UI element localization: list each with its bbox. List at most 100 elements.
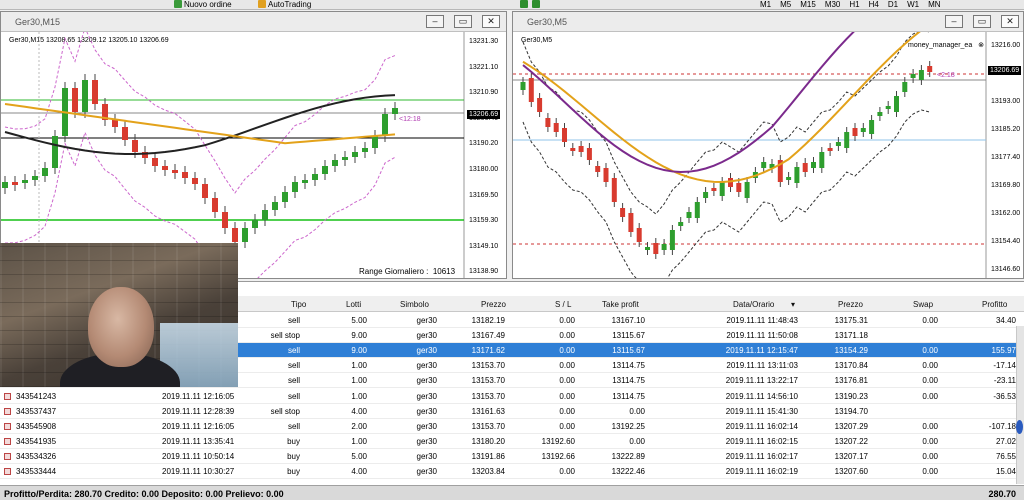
moving-average-purple bbox=[522, 32, 855, 173]
candle-body bbox=[786, 177, 792, 180]
chart-window-ger30-m15[interactable]: Ger30,M15 – ▭ ✕ Ger30,M15 13208.65 13209… bbox=[0, 11, 507, 279]
candle-body bbox=[603, 168, 609, 182]
candle-body bbox=[545, 118, 551, 127]
price-axis-label: 13190.20 bbox=[469, 140, 499, 148]
col-sl[interactable]: S / L bbox=[555, 300, 571, 309]
timeframe-m5[interactable]: M5 bbox=[780, 0, 791, 9]
table-row[interactable]: 343541243 2019.11.11 12:16:05 sell 1.00 ger3… bbox=[0, 389, 1024, 404]
price-axis-label: 13185.20 bbox=[991, 126, 1021, 133]
cell-cur: 13176.81 bbox=[834, 376, 868, 386]
cell-symbol: ger30 bbox=[416, 467, 437, 476]
price-axis-label: 13180.00 bbox=[469, 166, 499, 173]
envelope-lower bbox=[522, 109, 930, 278]
timeframe-m1[interactable]: M1 bbox=[760, 0, 771, 9]
col-symbol[interactable]: Simbolo bbox=[400, 300, 429, 309]
maximize-button[interactable]: ▭ bbox=[454, 15, 472, 28]
cell-swap: 0.00 bbox=[922, 421, 938, 431]
col-profit[interactable]: Profitto bbox=[982, 300, 1007, 309]
chart-window-ger30-m5[interactable]: Ger30,M5 – ▭ ✕ Ger30,M5 money_manager_ea… bbox=[512, 11, 1024, 279]
col-type[interactable]: Tipo bbox=[291, 300, 306, 309]
autotrading-icon bbox=[258, 0, 266, 8]
cell-profit: 15.04 bbox=[995, 467, 1016, 476]
cell-time: 2019.11.11 10:50:14 bbox=[162, 451, 235, 461]
timeframe-d1[interactable]: D1 bbox=[888, 0, 898, 9]
cell-date: 2019.11.11 13:11:03 bbox=[726, 361, 798, 371]
cell-type: sell bbox=[287, 361, 300, 371]
candle-body bbox=[202, 184, 208, 198]
order-icon bbox=[4, 422, 11, 430]
cell-ticket: 343541243 bbox=[16, 391, 57, 401]
left-chart-canvas[interactable] bbox=[1, 32, 507, 279]
zoom-in-icon[interactable] bbox=[520, 0, 528, 8]
price-axis-label: 13159.30 bbox=[469, 217, 499, 225]
right-chart-canvas[interactable] bbox=[513, 32, 1024, 279]
cell-price: 13203.84 bbox=[471, 467, 505, 476]
chart-titlebar: Ger30,M5 – ▭ ✕ bbox=[513, 12, 1023, 32]
col-swap[interactable]: Swap bbox=[913, 300, 933, 309]
timeframe-m30[interactable]: M30 bbox=[825, 0, 841, 9]
cell-ticket: 343541935 bbox=[16, 436, 57, 446]
cell-type: sell bbox=[287, 421, 300, 431]
timeframe-h1[interactable]: H1 bbox=[849, 0, 859, 9]
cell-ticket: 343537437 bbox=[16, 406, 57, 416]
cell-sl: 0.00 bbox=[559, 361, 575, 371]
timeframe-m15[interactable]: M15 bbox=[800, 0, 816, 9]
cell-sl: 0.00 bbox=[559, 391, 575, 401]
cell-symbol: ger30 bbox=[416, 346, 437, 356]
table-row[interactable]: 343541935 2019.11.11 13:35:41 buy 1.00 ger30… bbox=[0, 434, 1024, 449]
table-scrollbar[interactable] bbox=[1016, 326, 1024, 484]
candle-body bbox=[352, 152, 358, 157]
candle-body bbox=[22, 180, 28, 183]
cell-profit: -107.18 bbox=[988, 421, 1016, 431]
price-axis-label: 13149.10 bbox=[469, 242, 499, 250]
close-button[interactable]: ✕ bbox=[1001, 15, 1019, 28]
account-status-bar: Profitto/Perdita: 280.70 Credito: 0.00 D… bbox=[0, 485, 1024, 500]
cell-date: 2019.11.11 14:56:10 bbox=[725, 391, 798, 401]
minimize-button[interactable]: – bbox=[945, 15, 963, 28]
candle-body bbox=[112, 120, 118, 127]
col-lots[interactable]: Lotti bbox=[346, 300, 361, 309]
candle-body bbox=[332, 160, 338, 166]
daily-range-label: Range Giornaliero : 10613 bbox=[359, 267, 455, 276]
cell-date: 2019.11.11 16:02:19 bbox=[725, 467, 798, 476]
cell-date: 2019.11.11 16:02:17 bbox=[725, 451, 798, 461]
new-order-button[interactable]: Nuovo ordine bbox=[174, 0, 232, 9]
timeframe-h4[interactable]: H4 bbox=[869, 0, 879, 9]
table-row[interactable]: 343545908 2019.11.11 12:16:05 sell 2.00 ger3… bbox=[0, 419, 1024, 434]
timeframe-w1[interactable]: W1 bbox=[907, 0, 919, 9]
col-current-price[interactable]: Prezzo bbox=[838, 300, 863, 309]
close-button[interactable]: ✕ bbox=[482, 15, 500, 28]
candle-body bbox=[42, 168, 48, 176]
candle-body bbox=[553, 123, 559, 132]
cell-tp: 0.00 bbox=[629, 436, 645, 446]
table-row[interactable]: 343537437 2019.11.11 12:28:39 sell stop 4.0… bbox=[0, 404, 1024, 419]
candle-body bbox=[844, 132, 850, 148]
table-row[interactable]: 343534326 2019.11.11 10:50:14 buy 5.00 ger30… bbox=[0, 449, 1024, 464]
zoom-out-icon[interactable] bbox=[532, 0, 541, 8]
timeframe-mn[interactable]: MN bbox=[928, 0, 940, 9]
col-datetime[interactable]: Data/Orario bbox=[733, 300, 774, 309]
chart-titlebar: Ger30,M15 – ▭ ✕ bbox=[1, 12, 506, 32]
candle-body bbox=[736, 183, 742, 192]
col-price[interactable]: Prezzo bbox=[481, 300, 506, 309]
cell-tp: 13114.75 bbox=[612, 391, 645, 401]
candle-body bbox=[918, 70, 924, 80]
cell-date: 2019.11.11 15:41:30 bbox=[725, 406, 798, 416]
maximize-button[interactable]: ▭ bbox=[973, 15, 991, 28]
candle-body bbox=[2, 182, 8, 188]
table-row[interactable]: 343533444 2019.11.11 10:30:27 buy 4.00 ger30… bbox=[0, 464, 1024, 479]
autotrading-button[interactable]: AutoTrading bbox=[258, 0, 311, 9]
cell-symbol: ger30 bbox=[416, 451, 437, 461]
col-tp[interactable]: Take profit bbox=[602, 300, 639, 309]
candle-body bbox=[562, 128, 567, 142]
scroll-thumb[interactable] bbox=[1016, 420, 1023, 434]
candle-body bbox=[910, 74, 916, 78]
new-order-label: Nuovo ordine bbox=[184, 0, 232, 9]
cell-date: 2019.11.11 12:15:47 bbox=[725, 346, 798, 356]
minimize-button[interactable]: – bbox=[426, 15, 444, 28]
cell-price: 13171.62 bbox=[471, 346, 505, 356]
candle-body bbox=[653, 243, 659, 254]
cell-date: 2019.11.11 13:22:17 bbox=[725, 376, 798, 386]
webcam-overlay bbox=[0, 243, 238, 387]
candle-body bbox=[222, 212, 228, 228]
